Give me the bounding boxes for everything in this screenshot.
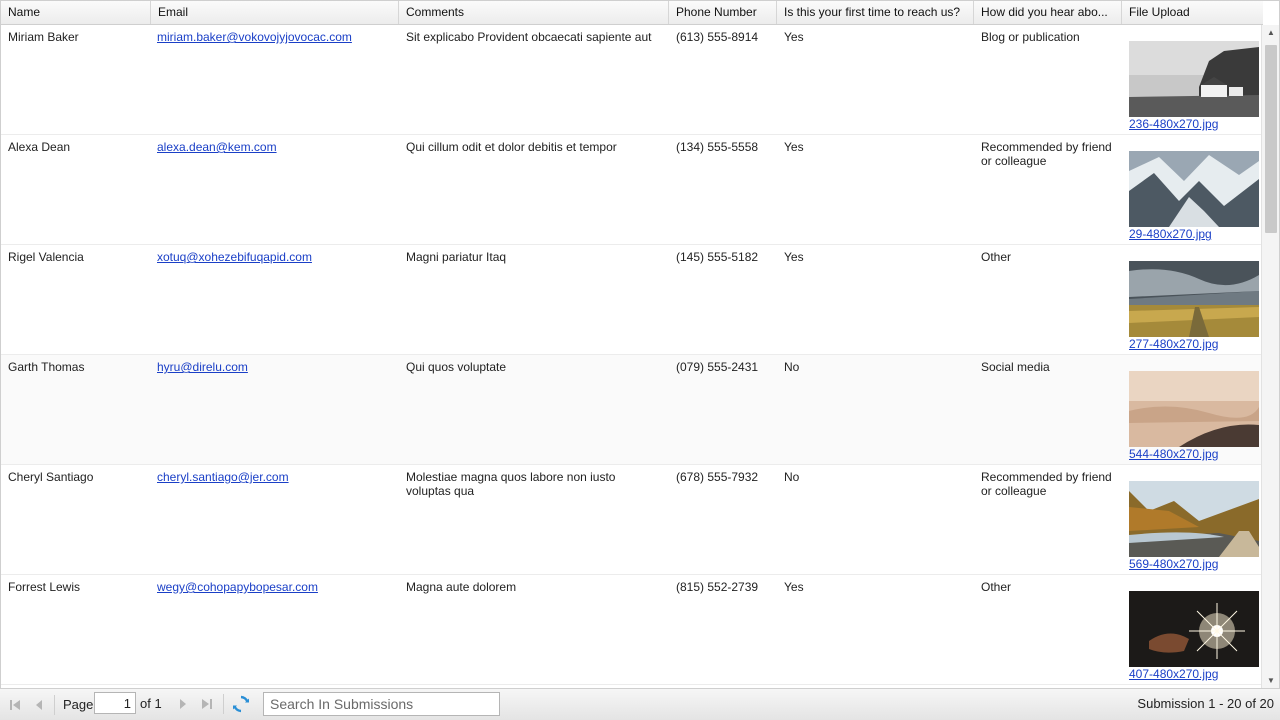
cell-comments: Qui quos voluptate	[406, 360, 507, 374]
cell-file-upload: 29-480x270.jpg	[1122, 135, 1261, 246]
scrollbar-thumb[interactable]	[1265, 45, 1277, 233]
column-header-comments[interactable]: Comments	[399, 1, 669, 24]
cell-email: wegy@cohopapybopesar.com	[150, 575, 400, 599]
email-link[interactable]: miriam.baker@vokovojyjovocac.com	[157, 30, 352, 44]
cell-email: miriam.baker@vokovojyjovocac.com	[150, 25, 400, 49]
column-header-first-time[interactable]: Is this your first time to reach us?	[777, 1, 974, 24]
submissions-grid: Name Email Comments Phone Number Is this…	[0, 0, 1280, 688]
cell-email: alexa.dean@kem.com	[150, 135, 400, 159]
toolbar-separator	[223, 694, 224, 714]
first-page-icon[interactable]	[5, 695, 25, 715]
column-header-heard[interactable]: How did you hear abo...	[974, 1, 1122, 24]
cell-heard: Other	[981, 580, 1012, 594]
file-link[interactable]: 544-480x270.jpg	[1129, 447, 1255, 461]
table-row[interactable]: Cheryl Santiago cheryl.santiago@jer.com …	[1, 465, 1261, 575]
thumbnail-image[interactable]	[1129, 481, 1259, 557]
cell-first-time: Yes	[784, 30, 804, 44]
thumbnail-image[interactable]	[1129, 591, 1259, 667]
cell-phone: (678) 555-7932	[676, 470, 759, 484]
grid-body: Miriam Baker miriam.baker@vokovojyjovoca…	[1, 25, 1261, 688]
email-link[interactable]: hyru@direlu.com	[157, 360, 248, 374]
file-link[interactable]: 29-480x270.jpg	[1129, 227, 1255, 241]
column-header-phone[interactable]: Phone Number	[669, 1, 777, 24]
cell-email: hyru@direlu.com	[150, 355, 400, 379]
cell-file-upload: 236-480x270.jpg	[1122, 25, 1261, 136]
cell-heard: Recommended by friend or colleague	[981, 140, 1112, 168]
table-row[interactable]: Miriam Baker miriam.baker@vokovojyjovoca…	[1, 25, 1261, 135]
cell-file-upload: 544-480x270.jpg	[1122, 355, 1261, 466]
table-row[interactable]: Garth Thomas hyru@direlu.com Qui quos vo…	[1, 355, 1261, 465]
cell-comments: Molestiae magna quos labore non iusto vo…	[406, 470, 616, 498]
cell-comments: Magna aute dolorem	[406, 580, 517, 594]
file-link[interactable]: 569-480x270.jpg	[1129, 557, 1255, 571]
vertical-scrollbar[interactable]: ▲ ▼	[1261, 25, 1279, 688]
cell-email: cheryl.santiago@jer.com	[150, 465, 400, 489]
file-link[interactable]: 407-480x270.jpg	[1129, 667, 1255, 681]
cell-phone: (815) 552-2739	[676, 580, 759, 594]
column-header-name[interactable]: Name	[1, 1, 151, 24]
cell-name: Alexa Dean	[8, 140, 71, 154]
cell-first-time: Yes	[784, 580, 804, 594]
cell-name: Rigel Valencia	[8, 250, 84, 264]
email-link[interactable]: cheryl.santiago@jer.com	[157, 470, 289, 484]
thumbnail-image[interactable]	[1129, 151, 1259, 227]
file-link[interactable]: 236-480x270.jpg	[1129, 117, 1255, 131]
cell-first-time: Yes	[784, 140, 804, 154]
previous-page-icon[interactable]	[29, 695, 49, 715]
grid-header: Name Email Comments Phone Number Is this…	[1, 1, 1263, 25]
cell-name: Garth Thomas	[8, 360, 85, 374]
refresh-icon[interactable]	[231, 694, 251, 714]
page-count-label: of 1	[140, 696, 162, 711]
email-link[interactable]: alexa.dean@kem.com	[157, 140, 277, 154]
cell-file-upload: 277-480x270.jpg	[1122, 245, 1261, 356]
cell-comments: Qui cillum odit et dolor debitis et temp…	[406, 140, 617, 154]
cell-phone: (079) 555-2431	[676, 360, 759, 374]
cell-first-time: No	[784, 470, 800, 484]
thumbnail-image[interactable]	[1129, 261, 1259, 337]
thumbnail-image[interactable]	[1129, 371, 1259, 447]
cell-heard: Blog or publication	[981, 30, 1080, 44]
table-row[interactable]: Forrest Lewis wegy@cohopapybopesar.com M…	[1, 575, 1261, 685]
cell-heard: Other	[981, 250, 1012, 264]
toolbar-separator	[54, 695, 55, 715]
cell-phone: (145) 555-5182	[676, 250, 759, 264]
cell-name: Cheryl Santiago	[8, 470, 94, 484]
cell-name: Forrest Lewis	[8, 580, 81, 594]
email-link[interactable]: xotuq@xohezebifuqapid.com	[157, 250, 312, 264]
table-row[interactable]: Alexa Dean alexa.dean@kem.com Qui cillum…	[1, 135, 1261, 245]
cell-first-time: Yes	[784, 250, 804, 264]
cell-first-time: No	[784, 360, 800, 374]
page-number-input[interactable]	[94, 692, 136, 714]
cell-phone: (613) 555-8914	[676, 30, 759, 44]
page-label: Page	[63, 697, 94, 712]
submission-summary: Submission 1 - 20 of 20	[1137, 696, 1274, 711]
scroll-up-arrow-icon[interactable]: ▲	[1262, 25, 1279, 41]
cell-heard: Social media	[981, 360, 1050, 374]
column-header-file-upload[interactable]: File Upload	[1122, 1, 1263, 24]
cell-email: xotuq@xohezebifuqapid.com	[150, 245, 400, 269]
cell-name: Miriam Baker	[8, 30, 79, 44]
cell-file-upload: 569-480x270.jpg	[1122, 465, 1261, 576]
column-header-email[interactable]: Email	[151, 1, 399, 24]
cell-comments: Sit explicabo Provident obcaecati sapien…	[406, 30, 652, 44]
cell-comments: Magni pariatur Itaq	[406, 250, 507, 264]
cell-phone: (134) 555-5558	[676, 140, 759, 154]
scroll-down-arrow-icon[interactable]: ▼	[1262, 673, 1279, 688]
last-page-icon[interactable]	[197, 694, 217, 714]
thumbnail-image[interactable]	[1129, 41, 1259, 117]
next-page-icon[interactable]	[173, 694, 193, 714]
cell-file-upload: 407-480x270.jpg	[1122, 575, 1261, 686]
file-link[interactable]: 277-480x270.jpg	[1129, 337, 1255, 351]
search-input[interactable]	[263, 692, 500, 716]
cell-heard: Recommended by friend or colleague	[981, 470, 1112, 498]
email-link[interactable]: wegy@cohopapybopesar.com	[157, 580, 318, 594]
table-row[interactable]: Rigel Valencia xotuq@xohezebifuqapid.com…	[1, 245, 1261, 355]
